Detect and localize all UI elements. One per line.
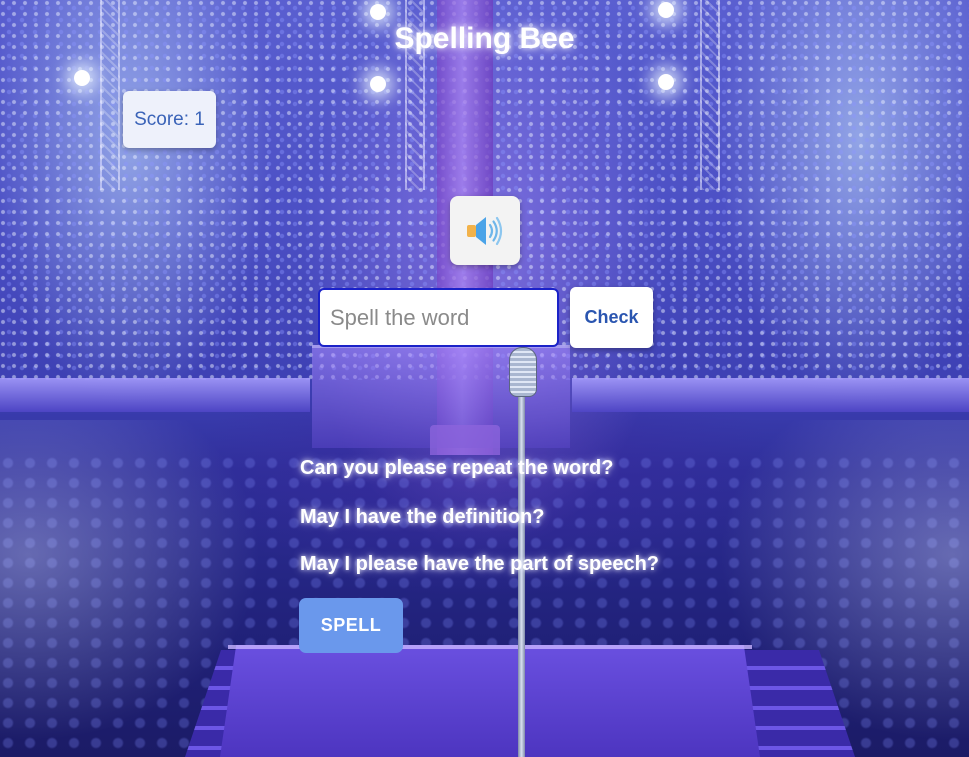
spotlight-decoration: [370, 76, 386, 92]
check-button[interactable]: Check: [570, 287, 653, 348]
spell-button[interactable]: SPELL: [299, 598, 403, 653]
score-display: Score: 1: [123, 91, 216, 148]
balcony-rail-decoration: [572, 378, 969, 412]
definition-question[interactable]: May I have the definition?: [300, 506, 544, 529]
speaker-sound-icon: [467, 216, 503, 245]
part-of-speech-question[interactable]: May I please have the part of speech?: [300, 553, 659, 576]
spotlight-decoration: [658, 74, 674, 90]
spotlight-decoration: [658, 2, 674, 18]
page-title: Spelling Bee: [394, 22, 575, 55]
spotlight-decoration: [370, 4, 386, 20]
spotlight-decoration: [74, 70, 90, 86]
play-word-button[interactable]: [450, 196, 520, 265]
microphone-icon: [509, 347, 537, 397]
balcony-rail-decoration: [0, 378, 310, 412]
spell-word-input[interactable]: [318, 288, 559, 347]
stage-decoration: [220, 645, 760, 757]
pillar-base-decoration: [430, 425, 500, 455]
repeat-word-question[interactable]: Can you please repeat the word?: [300, 457, 613, 480]
score-text: Score: 1: [134, 108, 205, 130]
